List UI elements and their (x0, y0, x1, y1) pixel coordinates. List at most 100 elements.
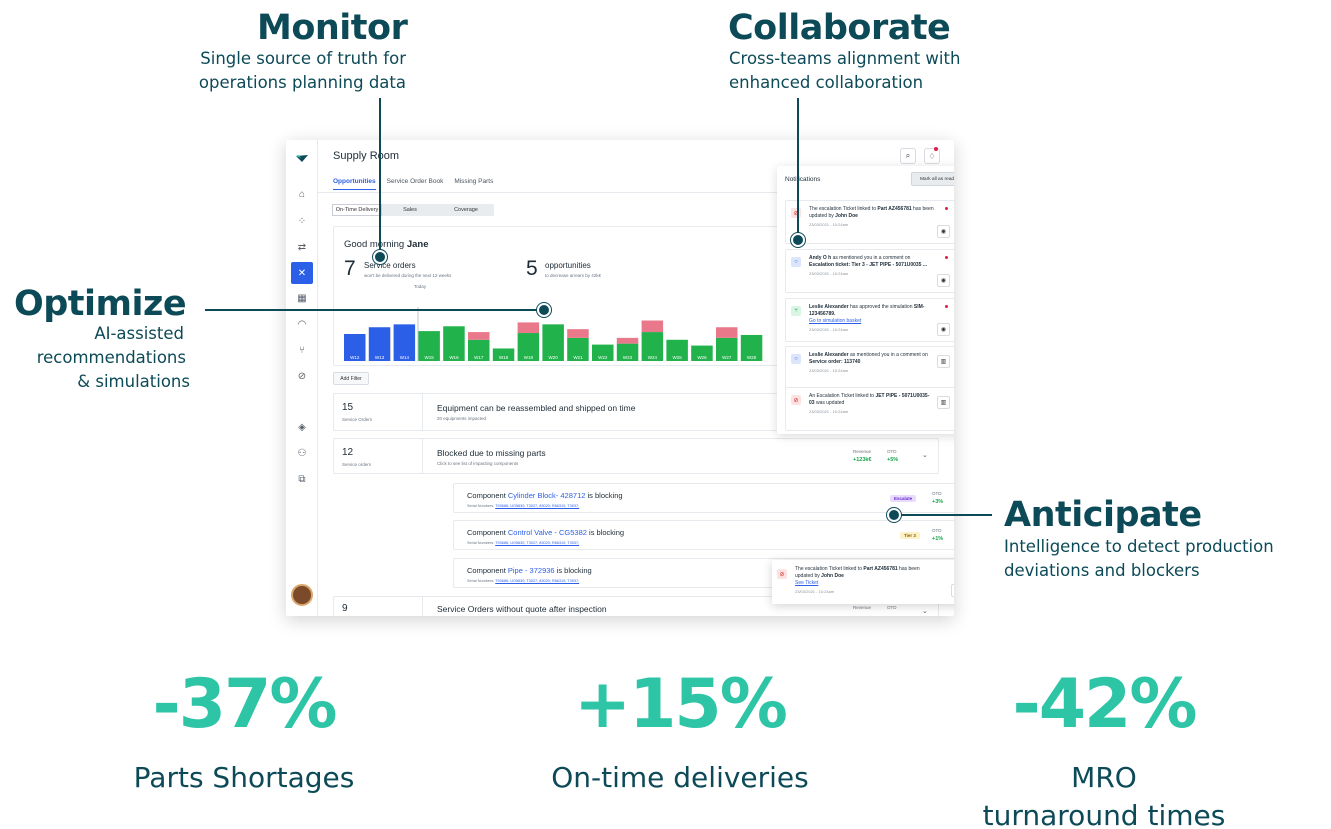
chevron-down-icon[interactable]: ⌄ (922, 607, 928, 615)
bar-arrears-w23[interactable] (616, 337, 639, 344)
view-button[interactable]: ◉ (937, 323, 950, 336)
users-icon[interactable]: ⚇ (293, 444, 311, 462)
otd-header: OTD (932, 491, 942, 496)
check-circle-icon[interactable]: ⊘ (293, 367, 311, 385)
unread-dot (945, 256, 948, 259)
opportunity-row[interactable]: 12 Service orders Blocked due to missing… (333, 438, 939, 474)
view-button[interactable]: ◉ (951, 584, 954, 597)
tab-opportunities[interactable]: Opportunities (333, 178, 376, 190)
app-window: ⌂ ⁘ ⇄ ✕ ▦ ◠ ⑂ ⊘ ◈ ⚇ ⧉ Supply Room ⌕ ♢ Op… (286, 140, 954, 616)
bar-arrears-w24[interactable] (641, 320, 664, 333)
collaborate-title: Collaborate (728, 8, 951, 48)
notification-item[interactable]: ○ Leslie Alexander as mentioned you in a… (785, 346, 954, 390)
opportunities-label: opportunities (545, 261, 591, 270)
component-link[interactable]: Pipe - 372936 (508, 566, 555, 575)
optimize-subtitle-line3: & simulations (77, 372, 190, 391)
bar-label-w14: W14 (400, 355, 410, 360)
simulation-basket-link[interactable]: Go to simulation basket (809, 318, 861, 324)
bar-arrears-w17[interactable] (468, 332, 490, 340)
bar-label-w24: W24 (648, 355, 658, 360)
transfer-icon[interactable]: ⇄ (293, 238, 311, 256)
notifications-button[interactable]: ♢ (924, 148, 940, 164)
optimize-title: Optimize (14, 284, 187, 324)
delete-button[interactable]: ▥ (937, 396, 950, 409)
tab-service-order-book[interactable]: Service Order Book (387, 178, 444, 190)
kpi-mro-label-line1: MRO (1071, 761, 1137, 794)
component-link[interactable]: Control Valve - CG5382 (508, 528, 587, 537)
anticipate-title: Anticipate (1004, 495, 1202, 535)
monitor-leader-line (379, 98, 381, 254)
notifications-panel: Notifications Mark all as read ⊘ The esc… (777, 166, 954, 434)
delete-button[interactable]: ▥ (937, 355, 950, 368)
trash-icon: ▥ (940, 359, 947, 365)
component-row[interactable]: Component Control Valve - CG5382 is bloc… (453, 520, 954, 550)
bar-label-w27: W27 (722, 355, 732, 360)
calendar-icon[interactable]: ▦ (293, 289, 311, 307)
notification-text: The escalation Ticket linked to Part AZ4… (809, 206, 934, 227)
row-count: 15 (342, 402, 354, 413)
segment-sales[interactable]: Sales (382, 204, 438, 216)
anticipate-subtitle-line2: deviations and blockers (1004, 561, 1200, 580)
collaborate-leader-line (797, 98, 799, 235)
avatar[interactable] (291, 584, 313, 606)
monitor-title: Monitor (257, 8, 408, 48)
segment-on-time-delivery[interactable]: On-Time Delivery (332, 204, 382, 216)
search-button[interactable]: ⌕ (900, 148, 916, 164)
tools-icon[interactable]: ✕ (291, 262, 313, 284)
notification-item[interactable]: ⊘ The escalation Ticket linked to Part A… (785, 200, 954, 244)
sidebar: ⌂ ⁘ ⇄ ✕ ▦ ◠ ⑂ ⊘ ◈ ⚇ ⧉ (286, 140, 318, 616)
collaborate-subtitle-line1: Cross-teams alignment with (729, 49, 961, 68)
toast-text: The escalation Ticket linked to Part AZ4… (795, 566, 920, 594)
bar-arrears-w21[interactable] (567, 329, 589, 338)
bar-label-w28: W28 (747, 355, 757, 360)
compass-icon[interactable]: ◈ (293, 418, 311, 436)
view-button[interactable]: ◉ (937, 274, 950, 287)
row-divider (422, 394, 423, 430)
row-count-label: Service orders (342, 462, 372, 467)
see-ticket-link[interactable]: See Ticket (795, 580, 818, 586)
kpi-on-time-deliveries-label: On-time deliveries (551, 761, 809, 794)
tab-missing-parts[interactable]: Missing Parts (454, 178, 493, 190)
service-orders-count: 7 (344, 257, 356, 280)
add-filter-button[interactable]: Add Filter (333, 372, 369, 385)
home-icon[interactable]: ⌂ (293, 185, 311, 203)
component-link[interactable]: Cylinder Block- 428712 (508, 491, 586, 500)
main-content: Supply Room ⌕ ♢ Opportunities Service Or… (318, 140, 954, 616)
notification-text: An Escalation Ticket linked to JET PIPE … (809, 393, 930, 414)
eye-icon: ◉ (940, 278, 947, 284)
unread-dot (945, 207, 948, 210)
branch-icon[interactable]: ⑂ (293, 341, 311, 359)
optimize-subtitle-line2: recommendations (36, 348, 186, 367)
support-icon[interactable]: ◠ (293, 315, 311, 333)
page-title: Supply Room (333, 150, 400, 162)
chevron-down-icon[interactable]: ⌄ (922, 451, 928, 459)
notification-item[interactable]: ⑂ Leslie Alexander has approved the simu… (785, 298, 954, 342)
kpi-parts-shortages-value: -37% (152, 665, 338, 744)
notification-item[interactable]: ○ Andy O h as mentioned you in a comment… (785, 249, 954, 293)
row-title: Blocked due to missing parts (437, 448, 546, 458)
simulation-icon: ⑂ (791, 306, 801, 316)
notification-toast[interactable]: ⊘ The escalation Ticket linked to Part A… (772, 560, 954, 604)
apps-icon[interactable]: ⁘ (293, 212, 311, 230)
mark-all-read-button[interactable]: Mark all as read (911, 172, 954, 186)
component-row[interactable]: Component Cylinder Block- 428712 is bloc… (453, 483, 954, 513)
segment-coverage[interactable]: Coverage (438, 204, 494, 216)
view-button[interactable]: ◉ (937, 225, 950, 238)
notifications-title: Notifications (785, 176, 821, 183)
bar-label-w22: W22 (598, 355, 608, 360)
notification-item[interactable]: ⊘ An Escalation Ticket linked to JET PIP… (785, 387, 954, 431)
row-title: Equipment can be reassembled and shipped… (437, 403, 636, 413)
unread-dot (945, 305, 948, 308)
bar-arrears-w19[interactable] (517, 322, 540, 334)
service-orders-sub: won't be delivered during the next 12 we… (364, 273, 452, 278)
anticipate-leader-line (897, 514, 992, 516)
component-serials: Serial Numbers: T93686; UO5830; T3027; 8… (467, 579, 580, 583)
bar-label-w16: W16 (449, 355, 459, 360)
export-icon[interactable]: ⧉ (293, 470, 311, 488)
row-description: Click to see list of impacting component… (437, 461, 519, 466)
notification-text: Leslie Alexander has approved the simula… (809, 304, 925, 332)
bar-arrears-w27[interactable] (716, 327, 738, 338)
bar-label-w15: W15 (425, 355, 435, 360)
component-title: Component Pipe - 372936 is blocking (467, 566, 592, 575)
monitor-subtitle-line1: Single source of truth for (200, 49, 406, 68)
